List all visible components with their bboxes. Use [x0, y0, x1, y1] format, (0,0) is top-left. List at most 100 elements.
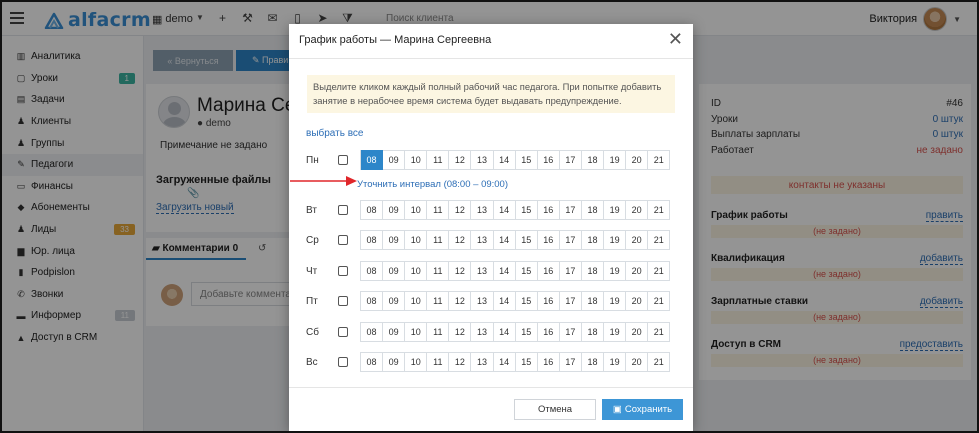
hour-cell[interactable]: 18: [581, 261, 605, 281]
hour-cell[interactable]: 18: [581, 322, 605, 342]
hour-cell[interactable]: 15: [515, 261, 538, 281]
hour-cell[interactable]: 14: [493, 200, 516, 220]
select-all-link[interactable]: выбрать все: [306, 128, 363, 139]
hour-cell[interactable]: 21: [648, 352, 671, 372]
hour-cell[interactable]: 20: [626, 200, 649, 220]
hour-cell[interactable]: 10: [405, 261, 428, 281]
hour-cell[interactable]: 08: [361, 352, 384, 372]
day-checkbox[interactable]: [338, 155, 348, 165]
hour-cell[interactable]: 11: [427, 230, 450, 250]
hour-cell[interactable]: 19: [604, 322, 627, 342]
hour-cell[interactable]: 18: [581, 200, 605, 220]
hour-cell[interactable]: 09: [383, 230, 406, 250]
hour-cell[interactable]: 11: [427, 291, 450, 311]
hour-cell[interactable]: 18: [581, 150, 605, 170]
day-checkbox[interactable]: [338, 327, 348, 337]
hour-cell[interactable]: 14: [493, 230, 516, 250]
hour-cell[interactable]: 15: [515, 291, 538, 311]
hour-cell[interactable]: 13: [471, 261, 494, 281]
hour-cell[interactable]: 18: [581, 291, 605, 311]
hour-cell[interactable]: 12: [449, 230, 472, 250]
hour-cell[interactable]: 21: [648, 230, 671, 250]
hour-cell[interactable]: 10: [405, 230, 428, 250]
hour-cell[interactable]: 11: [427, 322, 450, 342]
hour-cell[interactable]: 14: [493, 150, 516, 170]
hour-cell[interactable]: 19: [604, 352, 627, 372]
hour-cell[interactable]: 14: [493, 261, 516, 281]
hour-cell[interactable]: 08: [361, 291, 384, 311]
hour-cell[interactable]: 12: [449, 261, 472, 281]
hour-cell[interactable]: 16: [537, 352, 560, 372]
hour-cell[interactable]: 12: [449, 150, 472, 170]
hour-cell[interactable]: 14: [493, 322, 516, 342]
hour-cell[interactable]: 20: [626, 230, 649, 250]
hour-cell[interactable]: 08: [361, 200, 384, 220]
cancel-button[interactable]: Отмена: [514, 399, 596, 420]
hour-cell[interactable]: 21: [648, 322, 671, 342]
hour-cell[interactable]: 20: [626, 352, 649, 372]
day-checkbox[interactable]: [338, 235, 348, 245]
hour-cell[interactable]: 11: [427, 261, 450, 281]
hour-cell[interactable]: 21: [648, 261, 671, 281]
hour-cell[interactable]: 17: [559, 230, 582, 250]
hour-cell[interactable]: 15: [515, 150, 538, 170]
hour-cell[interactable]: 20: [626, 322, 649, 342]
hour-cell[interactable]: 10: [405, 322, 428, 342]
day-checkbox[interactable]: [338, 266, 348, 276]
hour-cell[interactable]: 19: [604, 261, 627, 281]
hour-cell[interactable]: 08: [361, 150, 384, 170]
hour-cell[interactable]: 09: [383, 322, 406, 342]
hour-cell[interactable]: 17: [559, 291, 582, 311]
hour-cell[interactable]: 08: [361, 230, 384, 250]
hour-cell[interactable]: 16: [537, 200, 560, 220]
hour-cell[interactable]: 09: [383, 261, 406, 281]
hour-cell[interactable]: 16: [537, 150, 560, 170]
hour-cell[interactable]: 14: [493, 352, 516, 372]
hour-cell[interactable]: 17: [559, 150, 582, 170]
hour-cell[interactable]: 16: [537, 261, 560, 281]
hour-cell[interactable]: 21: [648, 200, 671, 220]
hour-cell[interactable]: 11: [427, 352, 450, 372]
hour-cell[interactable]: 16: [537, 291, 560, 311]
hour-cell[interactable]: 10: [405, 200, 428, 220]
hour-cell[interactable]: 19: [604, 230, 627, 250]
day-checkbox[interactable]: [338, 357, 348, 367]
hour-cell[interactable]: 08: [361, 261, 384, 281]
hour-cell[interactable]: 15: [515, 322, 538, 342]
hour-cell[interactable]: 17: [559, 352, 582, 372]
hour-cell[interactable]: 15: [515, 200, 538, 220]
hour-cell[interactable]: 18: [581, 230, 605, 250]
hour-cell[interactable]: 13: [471, 352, 494, 372]
hour-cell[interactable]: 20: [626, 150, 649, 170]
hour-cell[interactable]: 17: [559, 261, 582, 281]
hour-cell[interactable]: 10: [405, 291, 428, 311]
hour-cell[interactable]: 17: [559, 200, 582, 220]
hour-cell[interactable]: 11: [427, 200, 450, 220]
hour-cell[interactable]: 20: [626, 291, 649, 311]
hour-cell[interactable]: 13: [471, 322, 494, 342]
hour-cell[interactable]: 21: [648, 150, 671, 170]
hour-cell[interactable]: 12: [449, 291, 472, 311]
hour-cell[interactable]: 16: [537, 230, 560, 250]
day-checkbox[interactable]: [338, 205, 348, 215]
hour-cell[interactable]: 12: [449, 322, 472, 342]
hour-cell[interactable]: 18: [581, 352, 605, 372]
hour-cell[interactable]: 15: [515, 230, 538, 250]
hour-cell[interactable]: 09: [383, 291, 406, 311]
hour-cell[interactable]: 13: [471, 230, 494, 250]
hour-cell[interactable]: 10: [405, 352, 428, 372]
hour-cell[interactable]: 13: [471, 291, 494, 311]
hour-cell[interactable]: 09: [383, 150, 406, 170]
hour-cell[interactable]: 08: [361, 322, 384, 342]
hour-cell[interactable]: 09: [383, 352, 406, 372]
hour-cell[interactable]: 12: [449, 200, 472, 220]
hour-cell[interactable]: 13: [471, 150, 494, 170]
close-icon[interactable]: ✕: [668, 30, 683, 48]
hour-cell[interactable]: 11: [427, 150, 450, 170]
hour-cell[interactable]: 20: [626, 261, 649, 281]
day-checkbox[interactable]: [338, 296, 348, 306]
hour-cell[interactable]: 13: [471, 200, 494, 220]
hour-cell[interactable]: 15: [515, 352, 538, 372]
hour-cell[interactable]: 17: [559, 322, 582, 342]
hour-cell[interactable]: 19: [604, 200, 627, 220]
